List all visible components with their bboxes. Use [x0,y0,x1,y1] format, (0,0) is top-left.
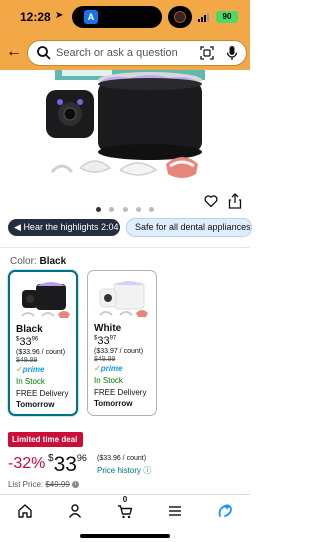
variant-card-white[interactable]: White $3397 ($33.97 / count) $49.99 ✓pri… [87,270,157,416]
hear-highlights-label: Hear the highlights 2:04 [23,222,119,232]
variant-per-count: ($33.97 / count) [94,348,144,355]
variant-price: $3396 [16,336,39,348]
variant-per-count: ($33.96 / count) [16,349,66,356]
variant-stock: In Stock [16,377,45,386]
home-indicator [80,534,170,538]
cart-count: 0 [122,495,128,504]
carousel-dot[interactable] [149,207,155,212]
prime-check-icon: ✓ [94,364,101,373]
microphone-icon[interactable] [226,45,238,61]
discount-percent: -32% [8,455,46,472]
variant-thumbnail [99,281,148,317]
prime-badge: ✓prime [16,365,45,374]
question-chip[interactable]: Safe for all dental appliances? [126,218,252,237]
location-arrow-icon: ➤ [55,10,64,21]
rufus-assistant-icon[interactable] [217,503,233,519]
search-input[interactable]: Search or ask a question [27,40,247,66]
search-header: ← Search or ask a question [0,34,250,70]
home-icon[interactable] [17,503,33,519]
variant-delivery: FREE Delivery [94,388,147,397]
divider [0,247,250,248]
color-selected: Black [39,256,67,267]
camera-indicator-icon [168,6,192,28]
play-icon: ◀ [14,222,21,232]
carousel-dot[interactable] [109,207,115,212]
carousel-dot[interactable] [122,207,128,212]
prime-check-icon: ✓ [16,365,23,374]
variant-stock: In Stock [94,376,123,385]
price-history-link[interactable]: Price history ⓘ [97,465,151,476]
search-placeholder: Search or ask a question [56,47,178,59]
carousel-dot[interactable] [95,207,101,212]
color-label: Color: Black [10,256,66,267]
variant-card-black[interactable]: Black $3396 ($33.96 / count) $49.99 ✓pri… [8,270,78,416]
menu-icon[interactable] [167,503,183,519]
info-icon[interactable]: i [72,481,80,489]
prime-badge: ✓prime [94,364,123,373]
variant-name: White [94,323,122,334]
variant-price: $3397 [94,335,117,347]
color-label-text: Color: [10,256,37,267]
variant-list-price: $49.99 [94,356,116,363]
list-price: List Price: $49.99 i [8,480,80,489]
hear-highlights-button[interactable]: ◀ Hear the highlights 2:04 [8,219,120,236]
battery-icon: 90 [216,11,238,23]
variant-delivery: FREE Delivery [16,389,69,398]
cart-icon[interactable] [117,503,133,519]
heart-icon[interactable] [204,194,218,208]
variant-delivery-day: Tomorrow [94,399,133,408]
search-icon [37,46,51,60]
carousel-dot[interactable] [135,207,141,212]
product-image-carousel[interactable] [0,70,250,190]
back-arrow-icon[interactable]: ← [6,43,22,61]
limited-deal-badge: Limited time deal [8,432,83,447]
variant-list-price: $49.99 [16,357,38,364]
info-icon: ⓘ [143,466,152,475]
share-icon[interactable] [228,193,242,209]
deal-price: $3396 [48,453,87,476]
variant-name: Black [16,324,43,335]
product-image [46,70,205,178]
deal-per-count: ($33.96 / count) [97,455,147,462]
camera-search-icon[interactable] [200,46,214,60]
status-time: 12:28 [20,10,51,24]
dynamic-island: A [72,6,162,28]
status-bar: 12:28 ➤ A 90 [0,0,250,34]
signal-icon [198,13,212,22]
navigation-app-icon: A [84,10,98,24]
variant-thumbnail [21,282,70,318]
account-icon[interactable] [67,503,83,519]
variant-delivery-day: Tomorrow [16,400,55,409]
